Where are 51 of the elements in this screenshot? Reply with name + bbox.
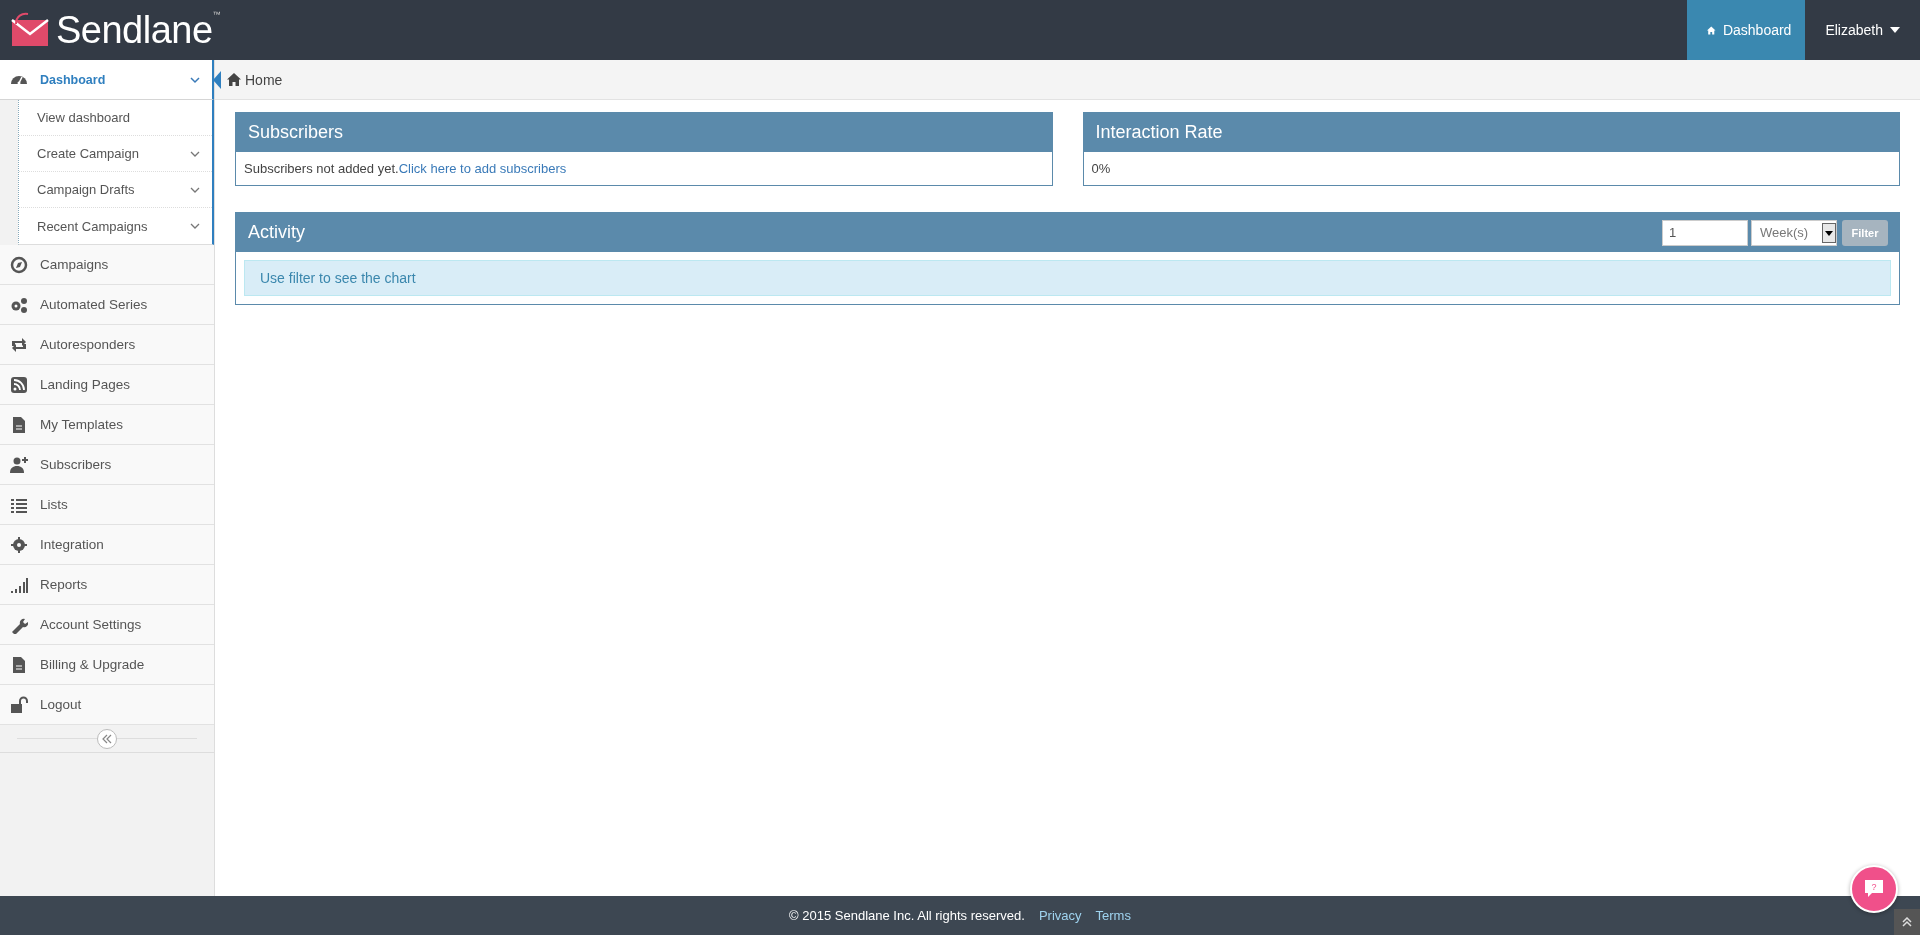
- sidebar-item[interactable]: Reports: [0, 565, 214, 605]
- home-icon: [227, 73, 241, 86]
- top-nav-link[interactable]: Elizabeth: [1805, 0, 1920, 60]
- sidebar-item[interactable]: Lists: [0, 485, 214, 525]
- info-message: Use filter to see the chart: [244, 260, 1891, 296]
- caret-down-icon: [1890, 27, 1900, 33]
- sidebar-item[interactable]: Subscribers: [0, 445, 214, 485]
- add-subscribers-link[interactable]: Click here to add subscribers: [398, 161, 567, 176]
- footer-link[interactable]: Terms: [1095, 908, 1131, 923]
- collapse-sidebar-button[interactable]: [97, 728, 117, 749]
- breadcrumb-home-link[interactable]: Home: [227, 71, 283, 88]
- sidebar-item[interactable]: Autoresponders: [0, 325, 214, 365]
- panel-title: Activity: [248, 222, 305, 243]
- sidebar-item[interactable]: Account Settings: [0, 605, 214, 645]
- submenu-item[interactable]: Create Campaign: [19, 136, 212, 172]
- double-chevron-up-icon: [1902, 917, 1912, 927]
- period-select[interactable]: Week(s): [1751, 219, 1837, 246]
- question-bubble-icon: ?: [1863, 879, 1885, 899]
- panel-text: 0%: [1091, 161, 1111, 176]
- double-chevron-left-icon: [102, 733, 112, 744]
- envelope-logo-icon: [10, 12, 50, 48]
- trademark-sign: ™: [212, 10, 221, 19]
- compass-icon: [10, 255, 28, 274]
- top-nav-link[interactable]: Dashboard: [1687, 0, 1806, 60]
- scroll-top-button[interactable]: [1894, 909, 1920, 935]
- chevron-down-icon: [190, 221, 200, 231]
- submenu-item[interactable]: Campaign Drafts: [19, 172, 212, 208]
- sidebar-item[interactable]: My Templates: [0, 405, 214, 445]
- sidebar-item[interactable]: Billing & Upgrade: [0, 645, 214, 685]
- copyright-text: © 2015 Sendlane Inc. All rights reserved.: [789, 908, 1025, 923]
- signal-bars-icon: [10, 575, 28, 594]
- retweet-icon: [10, 335, 28, 354]
- sidebar-item[interactable]: Automated Series: [0, 285, 214, 325]
- sidebar-item[interactable]: Landing Pages: [0, 365, 214, 405]
- active-pointer-icon: [213, 71, 221, 89]
- panel-title: Interaction Rate: [1095, 122, 1223, 143]
- sidebar-item[interactable]: Logout: [0, 685, 214, 725]
- unlocked-padlock-icon: [10, 695, 28, 714]
- panel-title: Subscribers: [248, 122, 344, 143]
- period-count-field[interactable]: 1: [1662, 219, 1748, 246]
- sidebar-item[interactable]: Campaigns: [0, 245, 214, 285]
- sidebar-item[interactable]: Integration: [0, 525, 214, 565]
- submenu-item[interactable]: Recent Campaigns: [19, 208, 212, 244]
- user-plus-icon: [10, 455, 28, 474]
- rss-icon: [10, 375, 28, 394]
- footer-link[interactable]: Privacy: [1038, 908, 1082, 923]
- document-icon: [10, 415, 28, 434]
- submenu-item[interactable]: View dashboard: [19, 100, 212, 136]
- logo-wordmark: Sendlane: [56, 8, 213, 52]
- panel-text: Subscribers not added yet.: [244, 161, 399, 176]
- document-icon: [10, 655, 28, 674]
